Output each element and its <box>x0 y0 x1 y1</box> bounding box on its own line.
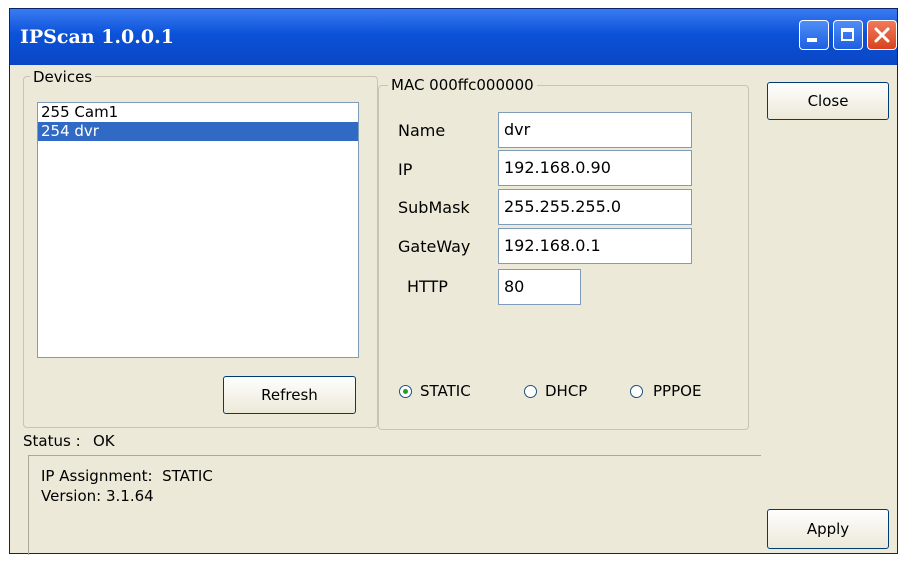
refresh-button[interactable]: Refresh <box>223 376 356 414</box>
gateway-label: GateWay <box>398 237 471 256</box>
ip-assignment-line: IP Assignment: STATIC <box>41 467 213 485</box>
dhcp-radio[interactable] <box>524 385 537 398</box>
apply-button[interactable]: Apply <box>767 509 889 549</box>
static-radio-label: STATIC <box>420 382 471 400</box>
mac-address-label: MAC 000ffc000000 <box>388 76 537 94</box>
status-label: Status : <box>23 432 81 450</box>
devices-group-label: Devices <box>30 68 96 86</box>
ip-label: IP <box>398 160 413 179</box>
name-field[interactable]: dvr <box>498 112 692 148</box>
maximize-icon[interactable] <box>833 20 863 50</box>
minimize-icon[interactable] <box>799 20 829 50</box>
ipscan-window: IPScan 1.0.0.1 Devices 255 Cam1 254 dvr … <box>9 8 898 555</box>
list-item[interactable]: 255 Cam1 <box>38 103 358 122</box>
devices-list[interactable]: 255 Cam1 254 dvr <box>37 102 359 358</box>
close-icon[interactable] <box>867 20 897 50</box>
window-title: IPScan 1.0.0.1 <box>20 26 174 48</box>
name-label: Name <box>398 121 446 140</box>
status-value: OK <box>93 432 115 450</box>
close-button[interactable]: Close <box>767 82 889 120</box>
submask-label: SubMask <box>398 198 470 217</box>
static-radio[interactable] <box>399 385 412 398</box>
submask-field[interactable]: 255.255.255.0 <box>498 189 692 225</box>
http-port-field[interactable]: 80 <box>498 269 581 305</box>
version-line: Version: 3.1.64 <box>41 487 154 505</box>
title-bar[interactable]: IPScan 1.0.0.1 <box>10 9 897 65</box>
status-details-panel: IP Assignment: STATIC Version: 3.1.64 <box>28 455 761 555</box>
pppoe-radio-label: PPPOE <box>653 382 702 400</box>
http-label: HTTP <box>407 277 448 296</box>
gateway-field[interactable]: 192.168.0.1 <box>498 228 692 264</box>
pppoe-radio[interactable] <box>630 385 643 398</box>
dhcp-radio-label: DHCP <box>545 382 588 400</box>
ip-field[interactable]: 192.168.0.90 <box>498 150 692 186</box>
list-item-selected[interactable]: 254 dvr <box>38 122 358 141</box>
